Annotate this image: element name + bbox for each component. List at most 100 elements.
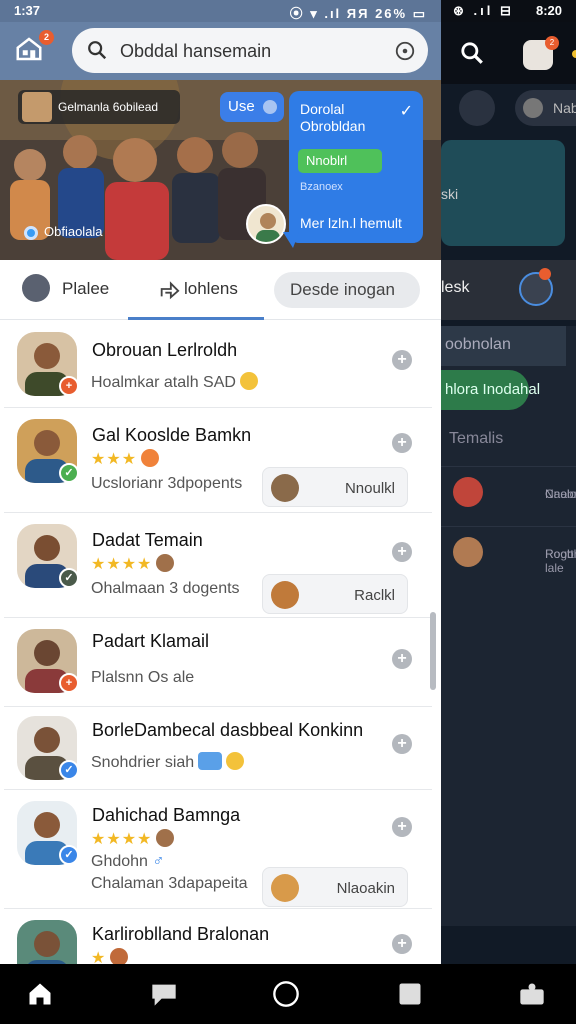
action-pill[interactable]: Nlaoakin	[262, 867, 408, 907]
side-row[interactable]: RogbrRoottlel-lale	[441, 526, 576, 576]
list-item[interactable]: ✓ Dadat Temain ★★★★ Ohalmaan 3 dogents +…	[4, 514, 432, 618]
pill-avatar	[271, 581, 299, 609]
home-icon[interactable]	[26, 980, 54, 1008]
search-input[interactable]: Obddal hansemain	[72, 28, 428, 73]
hero-bottom-label: Obfiaolala	[24, 224, 103, 240]
notification-badge: 2	[545, 36, 559, 50]
rating-stars-text: ★★★★	[91, 556, 153, 573]
scrollbar[interactable]	[430, 612, 436, 690]
contact-subtitle: Ucslorianr 3dpopents	[91, 475, 243, 492]
hero-small-avatar[interactable]	[246, 204, 286, 244]
search-icon	[88, 41, 107, 60]
chip-icon	[263, 100, 277, 114]
add-button[interactable]: +	[392, 350, 412, 370]
bubble-title-line1: Dorolal	[300, 101, 345, 117]
side-card[interactable]: ski	[441, 140, 565, 246]
side-top-bar: 2	[441, 22, 576, 84]
tab-bar: Plalee lohlens Desde inogan	[0, 260, 441, 320]
home-button[interactable]: 2	[14, 30, 54, 68]
status-badge: +	[59, 673, 79, 693]
pill-label: Nlaoakin	[336, 880, 395, 897]
share-icon	[160, 281, 180, 300]
side-green-button[interactable]: hlora Inodahal	[441, 370, 540, 410]
pill-label: Nnoulkl	[344, 480, 395, 497]
location-icon	[24, 225, 38, 240]
hero-bottom-text: Obfiaolala	[44, 224, 103, 239]
tab-places-label: Plalee	[62, 279, 110, 298]
chat-icon[interactable]	[150, 980, 178, 1008]
add-button[interactable]: +	[392, 433, 412, 453]
search-icon[interactable]	[459, 40, 485, 66]
notification-badge: 2	[39, 30, 54, 45]
side-green-label: hlora Inodahal	[445, 381, 541, 398]
list-item[interactable]: + Padart Klamail Plalsnn Os ale +	[4, 619, 432, 707]
contact-name: Dadat Temain	[92, 530, 203, 550]
add-button[interactable]: +	[392, 649, 412, 669]
person-icon	[156, 829, 175, 847]
filter-chip-label: Nab	[553, 100, 576, 116]
side-row[interactable]: NaabnaaCnoloolas	[441, 466, 576, 516]
side-card-label: ski	[441, 186, 459, 202]
pill-avatar	[271, 874, 299, 902]
side-tabs[interactable]: lesk	[441, 260, 576, 320]
hero-tag[interactable]: Gelmanla 6obilead	[18, 90, 180, 124]
add-button[interactable]: +	[392, 542, 412, 562]
briefcase-icon[interactable]	[518, 980, 546, 1008]
circle-home-icon[interactable]	[272, 980, 300, 1008]
contact-subtitle: Ohalmaan 3 dogents	[91, 580, 240, 597]
contact-list: + Obrouan Lerlroldh Hoalmkar atalh SAD +…	[4, 322, 432, 964]
bubble-small-text: Bzanoex	[300, 181, 343, 193]
contact-subtitle-text: Hoalmkar atalh SAD	[91, 374, 236, 391]
square-icon[interactable]	[396, 980, 424, 1008]
pill-avatar	[271, 474, 299, 502]
list-item[interactable]: Karliroblland Bralonan ★ +	[4, 910, 432, 964]
list-item[interactable]: ✓ BorleDambecal dasbbeal Konkinn Snohdri…	[4, 708, 432, 790]
status-badge: +	[59, 376, 79, 396]
status-dot	[572, 50, 576, 58]
side-list: oobnolan hlora Inodahal Temalis NaabnaaC…	[441, 326, 576, 926]
contact-subtitle: Plalsnn Os ale	[91, 669, 195, 686]
tab-desde-label: Desde inogan	[290, 280, 395, 299]
contact-subtitle: Ghdohn ♂	[91, 853, 164, 871]
rating-stars: ★★★	[91, 449, 160, 469]
hero-tag-label: Gelmanla 6obilead	[58, 100, 159, 114]
rating-stars: ★	[91, 948, 129, 964]
list-item[interactable]: ✓ Dahichad Bamnga ★★★★ Ghdohn ♂ Chalaman…	[4, 791, 432, 909]
contact-name: Gal Kooslde Bamkn	[92, 425, 252, 445]
rating-stars-text: ★★★★	[91, 831, 153, 848]
chat-bubble[interactable]: Dorolal Obrobldan ✓ Nnoblrl Bzanoex Mer …	[289, 91, 423, 243]
status-time: 1:37	[14, 3, 41, 18]
side-section-title: Temalis	[449, 430, 504, 447]
tab-desde[interactable]: Desde inogan	[274, 272, 420, 308]
action-pill[interactable]: Raclkl	[262, 574, 408, 614]
action-pill[interactable]: Nnoulkl	[262, 467, 408, 507]
use-chip[interactable]: Use	[220, 92, 284, 122]
filter-chip[interactable]: Nab	[515, 90, 576, 126]
list-item[interactable]: ✓ Gal Kooslde Bamkn ★★★ Ucslorianr 3dpop…	[4, 409, 432, 513]
status-icons-right: ⊛ .ıl ⊟	[453, 3, 514, 18]
smile-icon	[141, 449, 160, 467]
list-item[interactable]: + Obrouan Lerlroldh Hoalmkar atalh SAD +	[4, 322, 432, 408]
bubble-tail	[283, 232, 299, 248]
status-badge: ✓	[59, 760, 79, 780]
target-icon[interactable]	[394, 40, 416, 62]
contact-name: Karliroblland Bralonan	[92, 924, 270, 944]
person-icon	[523, 98, 543, 118]
status-badge: ✓	[59, 463, 79, 483]
tab-lohlens-label: lohlens	[184, 279, 238, 298]
side-row-line2: Cnoloolas	[545, 487, 576, 501]
use-chip-label: Use	[228, 98, 255, 115]
add-button[interactable]: +	[392, 817, 412, 837]
side-row-avatar	[453, 537, 483, 567]
add-button[interactable]: +	[392, 734, 412, 754]
filter-chip-icon[interactable]	[459, 90, 495, 126]
add-button[interactable]: +	[392, 934, 412, 954]
side-list-item[interactable]: oobnolan	[441, 326, 566, 366]
check-icon: ✓	[399, 103, 413, 120]
contact-name: Obrouan Lerlroldh	[92, 340, 238, 360]
side-panel: 2 Nab ski lesk oobnolan hlora Inodahal T…	[441, 22, 576, 964]
gender-icon: ♂	[152, 853, 165, 870]
status-bar-right: ⊛ .ıl ⊟ 8:20	[441, 0, 576, 22]
bubble-green-button[interactable]: Nnoblrl	[298, 149, 382, 173]
status-bar-left: 1:37 ⦿ ▾ .ıl ЯЯ 26% ▭	[0, 0, 441, 22]
